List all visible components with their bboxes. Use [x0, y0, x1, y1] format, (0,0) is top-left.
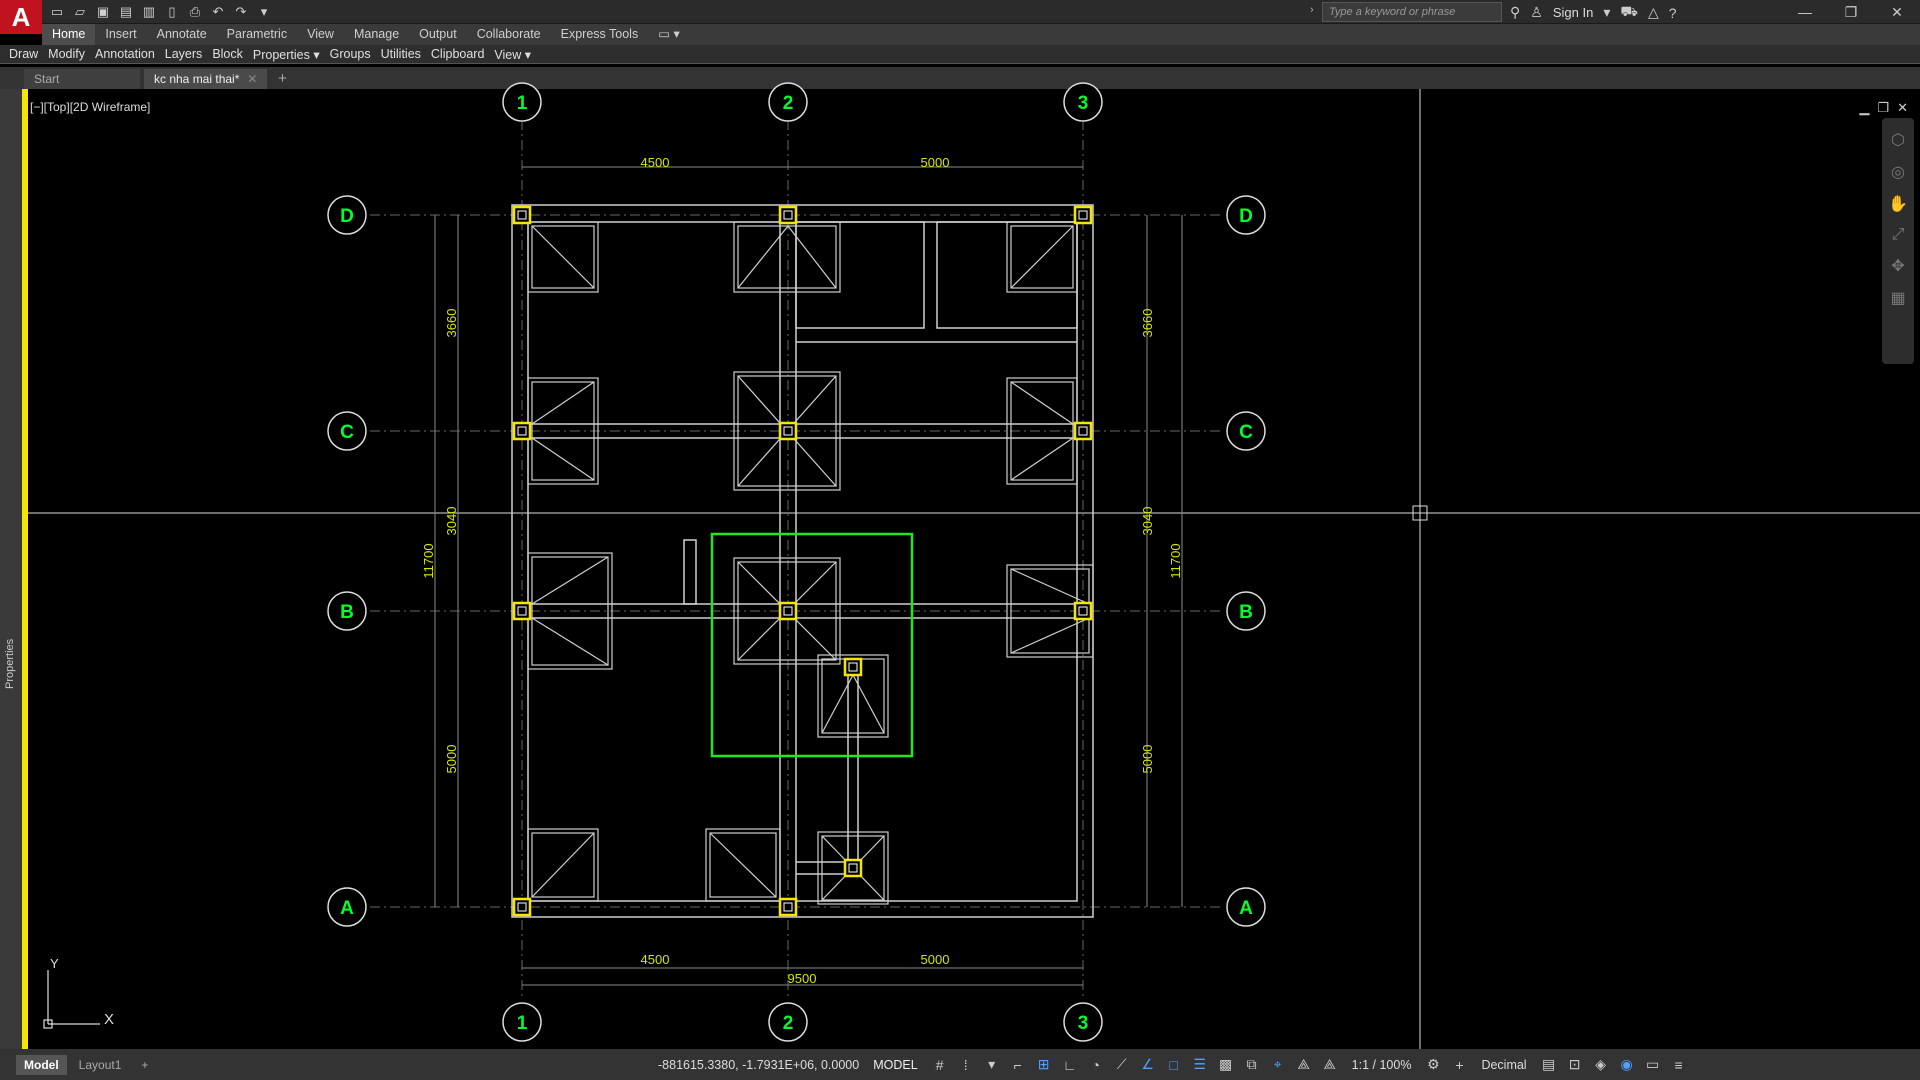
dynamic-input-icon[interactable]: ⊞: [1034, 1056, 1054, 1073]
infer-constraints-icon[interactable]: ⌐: [1008, 1057, 1028, 1073]
grid-label-row-d-left: D: [340, 206, 354, 227]
viewcube-icon[interactable]: ⬡: [1891, 130, 1905, 150]
dim-top-2: 5000: [921, 155, 950, 170]
annotation-scale-selector[interactable]: 1:1 / 100%: [1352, 1058, 1412, 1072]
customization-icon[interactable]: ≡: [1669, 1057, 1689, 1073]
ucs-x-label: X: [104, 1011, 114, 1028]
ucs-y-label: Y: [50, 956, 59, 971]
grid-label-row-a-right: A: [1239, 898, 1253, 919]
dim-bottom-1: 4500: [641, 952, 670, 967]
dim-right-2: 3040: [1140, 507, 1155, 536]
tab-layout1[interactable]: Layout1: [71, 1055, 130, 1075]
ucs-icon: [43, 970, 100, 1029]
grid-label-col-1-top: 1: [517, 93, 528, 114]
grid-label-row-c-left: C: [340, 422, 354, 443]
grid-label-row-c-right: C: [1239, 422, 1253, 443]
snap-menu-icon[interactable]: ▾: [982, 1056, 1002, 1073]
object-snap-tracking-icon[interactable]: ∠: [1138, 1056, 1158, 1073]
units-selector[interactable]: Decimal: [1481, 1058, 1526, 1072]
pan-icon[interactable]: ✋: [1888, 194, 1908, 214]
grid-label-row-d-right: D: [1239, 206, 1253, 227]
viewport-controls-label[interactable]: [−][Top][2D Wireframe]: [30, 100, 150, 114]
showmotion-icon[interactable]: ▦: [1890, 288, 1905, 308]
dim-right-total: 11700: [1168, 543, 1183, 578]
dim-bottom-2: 5000: [921, 952, 950, 967]
polar-tracking-icon[interactable]: ◔: [1086, 1057, 1106, 1073]
dynamic-ucs-icon[interactable]: ⌖: [1268, 1056, 1288, 1073]
grid-label-col-2-top: 2: [783, 93, 794, 114]
layout-tabs: Model Layout1 +: [0, 1049, 640, 1080]
dim-left-total: 11700: [421, 543, 436, 578]
annotation-monitor-icon[interactable]: +: [1449, 1057, 1469, 1073]
tab-model[interactable]: Model: [16, 1054, 67, 1075]
viewport-restore-icon[interactable]: ❐: [1877, 100, 1889, 116]
ortho-icon[interactable]: ∟: [1060, 1057, 1080, 1073]
application-menu-button[interactable]: A: [0, 0, 42, 34]
transparency-icon[interactable]: ▩: [1216, 1056, 1236, 1073]
model-space-toggle[interactable]: MODEL: [873, 1058, 917, 1072]
isolate-objects-icon[interactable]: ◈: [1591, 1056, 1611, 1073]
grid-label-row-b-right: B: [1239, 602, 1253, 623]
grid-label-col-3-top: 3: [1078, 93, 1089, 114]
orbit-icon[interactable]: ✥: [1891, 256, 1904, 276]
isodraft-icon[interactable]: ⟋: [1112, 1056, 1132, 1073]
grid-label-row-b-left: B: [340, 602, 354, 623]
viewport-minimize-icon[interactable]: ▁: [1859, 100, 1869, 116]
crosshair-cursor: [28, 89, 1920, 1049]
dim-top-1: 4500: [641, 155, 670, 170]
cursor-coordinates[interactable]: -881615.3380, -1.7931E+06, 0.0000: [658, 1058, 859, 1072]
viewport-close-icon[interactable]: ✕: [1897, 100, 1908, 116]
dim-left-2: 3040: [444, 507, 459, 536]
selection-cycling-icon[interactable]: ⧉: [1242, 1056, 1262, 1073]
beam-outlines: [511, 204, 1094, 918]
status-bar: -881615.3380, -1.7931E+06, 0.0000 MODEL …: [640, 1049, 1920, 1080]
object-snap-icon[interactable]: □: [1164, 1057, 1184, 1073]
snap-icon[interactable]: ⁞: [956, 1057, 976, 1073]
grid-label-row-a-left: A: [340, 898, 354, 919]
dim-right-1: 3660: [1140, 309, 1155, 338]
dim-right-3: 5000: [1140, 745, 1155, 774]
viewport-window-controls: ▁ ❐ ✕: [1859, 100, 1908, 116]
annotation-visibility-icon[interactable]: ⟁: [1294, 1056, 1314, 1073]
zoom-extents-icon[interactable]: ⤢: [1892, 226, 1905, 244]
dim-bottom-total: 9500: [788, 971, 817, 986]
selection-window[interactable]: [710, 532, 914, 758]
dim-left-3: 5000: [444, 745, 459, 774]
navigation-bar: ⬡ ◎ ✋ ⤢ ✥ ▦: [1882, 118, 1914, 364]
steering-wheel-icon[interactable]: ◎: [1891, 162, 1905, 182]
grid-icon[interactable]: #: [930, 1057, 950, 1073]
lock-ui-icon[interactable]: ⊡: [1565, 1056, 1585, 1073]
footings: [527, 221, 1094, 905]
quick-properties-icon[interactable]: ▤: [1539, 1056, 1559, 1073]
grid-label-col-1-bottom: 1: [517, 1013, 528, 1034]
workspace-gear-icon[interactable]: ⚙: [1423, 1056, 1443, 1073]
drawing-svg: 1 2 3 1 2 3 D C B A D C B A 4500 5000 45…: [28, 82, 1920, 1049]
lineweight-icon[interactable]: ☰: [1190, 1056, 1210, 1073]
add-layout-icon[interactable]: +: [133, 1055, 156, 1075]
autoscale-icon[interactable]: ⟁: [1320, 1056, 1340, 1073]
column-marker-cores: [517, 210, 1088, 912]
grid-label-col-2-bottom: 2: [783, 1013, 794, 1034]
hardware-acceleration-icon[interactable]: ◉: [1617, 1056, 1637, 1073]
dim-left-1: 3660: [444, 309, 459, 338]
clean-screen-icon[interactable]: ▭: [1643, 1056, 1663, 1073]
grid-label-col-3-bottom: 3: [1078, 1013, 1089, 1034]
